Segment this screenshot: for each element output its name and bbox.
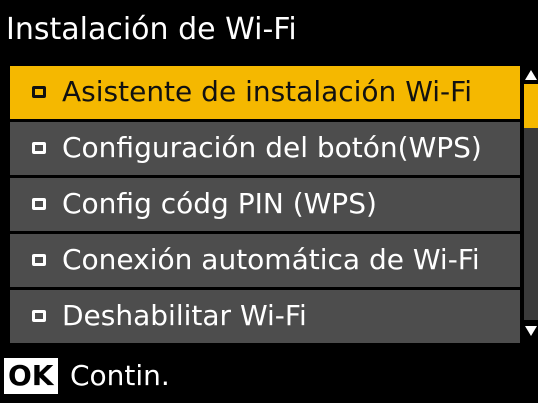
menu-item-pin-code-wps[interactable]: Config códg PIN (WPS) [10,178,520,231]
title-bar: Instalación de Wi-Fi [0,0,538,60]
menu-item-push-button-wps[interactable]: Configuración del botón(WPS) [10,122,520,175]
footer-bar: OK Contin. [0,350,538,403]
bullet-icon [32,310,46,322]
continue-label: Contin. [70,359,170,392]
menu-item-label: Config códg PIN (WPS) [62,187,377,220]
menu-item-label: Configuración del botón(WPS) [62,131,482,164]
bullet-icon [32,142,46,154]
scroll-up-arrow-icon[interactable] [525,70,537,80]
menu-item-label: Deshabilitar Wi-Fi [62,299,307,332]
menu-item-disable-wifi[interactable]: Deshabilitar Wi-Fi [10,290,520,343]
bullet-icon [32,254,46,266]
menu-item-label: Conexión automática de Wi-Fi [62,243,480,276]
scroll-thumb[interactable] [524,84,538,128]
scroll-track[interactable] [524,84,538,320]
menu-scrollbar[interactable] [522,66,538,340]
ok-button-icon[interactable]: OK [4,358,58,394]
screen-title: Instalación de Wi-Fi [6,12,297,47]
wifi-setup-menu: Asistente de instalación Wi-Fi Configura… [0,60,520,346]
bullet-icon [32,86,46,98]
menu-item-label: Asistente de instalación Wi-Fi [62,75,473,108]
menu-item-setup-wizard[interactable]: Asistente de instalación Wi-Fi [10,66,520,119]
menu-item-auto-connect[interactable]: Conexión automática de Wi-Fi [10,234,520,287]
scroll-down-arrow-icon[interactable] [525,326,537,336]
printer-lcd-screen: Instalación de Wi-Fi Asistente de instal… [0,0,538,403]
bullet-icon [32,198,46,210]
